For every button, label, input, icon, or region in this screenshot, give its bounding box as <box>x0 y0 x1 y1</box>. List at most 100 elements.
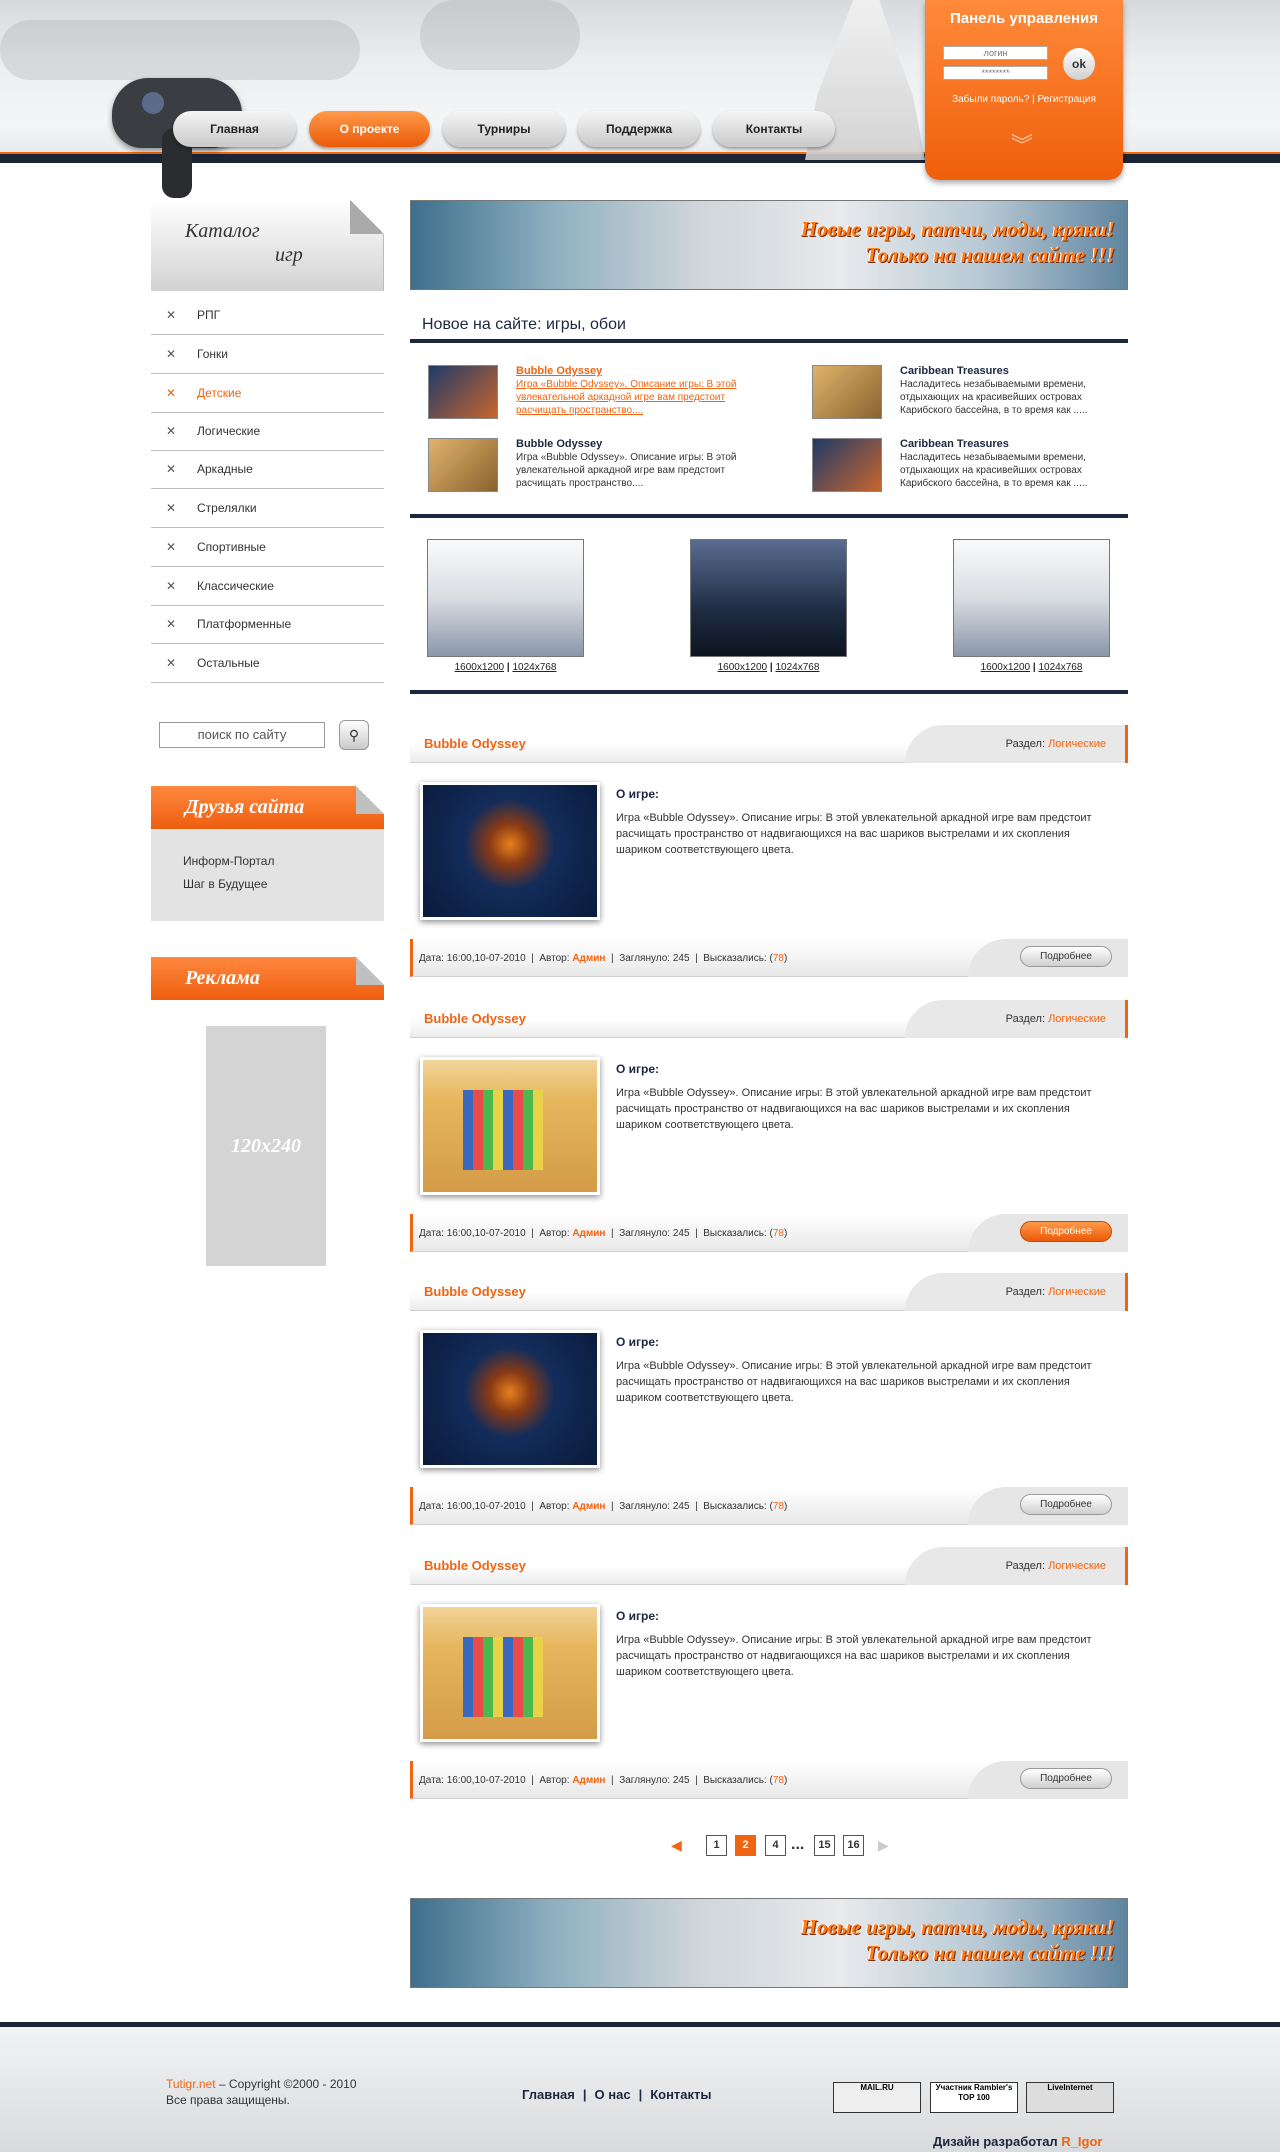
page-button[interactable]: 1 <box>706 1835 727 1856</box>
category-item[interactable]: ✕ Платформенные <box>151 605 384 644</box>
more-button[interactable]: Подробнее <box>1020 1221 1112 1242</box>
nav-home[interactable]: Главная <box>173 111 296 147</box>
more-button[interactable]: Подробнее <box>1020 946 1112 967</box>
nav-about[interactable]: О проекте <box>309 111 430 147</box>
post-image[interactable] <box>420 1330 600 1468</box>
page-button-current[interactable]: 2 <box>735 1835 756 1856</box>
news-thumbnail[interactable] <box>428 365 498 419</box>
wallpaper-link[interactable]: 1600x1200 <box>718 662 768 673</box>
nav-support[interactable]: Поддержка <box>578 111 700 147</box>
section-link[interactable]: Логические <box>1048 1560 1106 1572</box>
news-thumbnail[interactable] <box>812 438 882 492</box>
login-input[interactable] <box>943 46 1048 60</box>
category-item[interactable]: ✕ Спортивные <box>151 528 384 567</box>
password-input[interactable] <box>943 66 1048 80</box>
category-item[interactable]: ✕ РПГ <box>151 296 384 335</box>
section-link[interactable]: Логические <box>1048 1286 1106 1298</box>
nav-contacts[interactable]: Контакты <box>713 111 835 147</box>
post-image[interactable] <box>420 782 600 920</box>
bottom-banner[interactable]: Новые игры, патчи, моды, кряки! Только н… <box>410 1898 1128 1988</box>
news-title[interactable]: Bubble Odyssey <box>516 438 602 450</box>
category-item[interactable]: ✕ Аркадные <box>151 450 384 489</box>
forgot-password-link[interactable]: Забыли пароль? <box>952 94 1029 105</box>
search-icon[interactable]: ⚲ <box>339 720 369 750</box>
news-title[interactable]: Caribbean Treasures <box>900 365 1009 377</box>
wallpaper-thumbnail[interactable] <box>427 539 584 657</box>
comments-link[interactable]: 78 <box>773 953 784 964</box>
page-button[interactable]: 4 <box>765 1835 786 1856</box>
post-meta: Дата: 16:00,10-07-2010 | Автор: Админ | … <box>419 1501 788 1512</box>
post-title[interactable]: Bubble Odyssey <box>424 1558 526 1573</box>
author-link[interactable]: Админ <box>572 1775 605 1786</box>
footer-link-home[interactable]: Главная <box>522 2087 575 2102</box>
footer-site-name[interactable]: Tutigr.net <box>166 2077 216 2091</box>
register-link[interactable]: Регистрация <box>1037 94 1095 105</box>
page-button[interactable]: 15 <box>814 1835 835 1856</box>
wallpaper-link[interactable]: 1600x1200 <box>455 662 505 673</box>
rambler-counter[interactable]: Участник Rambler's TOP 100 <box>930 2082 1018 2113</box>
news-text: Насладитесь незабываемыми времени, отдых… <box>900 452 1088 489</box>
post-meta: Дата: 16:00,10-07-2010 | Автор: Админ | … <box>419 1228 788 1239</box>
wallpaper-thumbnail[interactable] <box>690 539 847 657</box>
news-item[interactable]: Bubble Odyssey Игра «Bubble Odyssey». Опи… <box>428 438 758 496</box>
views-value: 245 <box>672 1501 690 1512</box>
next-page-icon[interactable]: ▶ <box>878 1838 904 1852</box>
comments-link[interactable]: 78 <box>773 1228 784 1239</box>
comments-link[interactable]: 78 <box>773 1775 784 1786</box>
news-item[interactable]: Caribbean Treasures Насладитесь незабывае… <box>812 365 1142 423</box>
prev-page-icon[interactable]: ◀ <box>671 1838 697 1852</box>
footer-link-contacts[interactable]: Контакты <box>650 2087 711 2102</box>
news-title[interactable]: Caribbean Treasures <box>900 438 1009 450</box>
post-title[interactable]: Bubble Odyssey <box>424 1011 526 1026</box>
category-item[interactable]: ✕ Гонки <box>151 335 384 374</box>
wallpaper-link[interactable]: 1024x768 <box>1038 662 1082 673</box>
news-item[interactable]: Caribbean Treasures Насладитесь незабывае… <box>812 438 1142 496</box>
news-text: Игра «Bubble Odyssey». Описание игры: В … <box>516 379 737 416</box>
category-label: Стрелялки <box>197 501 257 515</box>
category-item[interactable]: ✕ Логические <box>151 412 384 451</box>
comments-label: Высказались: <box>703 953 767 964</box>
footer-link-about[interactable]: О нас <box>595 2087 631 2102</box>
page-button[interactable]: 16 <box>843 1835 864 1856</box>
designer-link[interactable]: R_Igor <box>1061 2134 1102 2149</box>
category-item[interactable]: ✕ Остальные <box>151 644 384 683</box>
wallpaper-link[interactable]: 1024x768 <box>775 662 819 673</box>
post-about-label: О игре: <box>616 1335 660 1349</box>
more-button[interactable]: Подробнее <box>1020 1768 1112 1789</box>
author-link[interactable]: Админ <box>572 953 605 964</box>
news-item[interactable]: Bubble Odyssey Игра «Bubble Odyssey». Опи… <box>428 365 758 423</box>
wallpaper-link[interactable]: 1600x1200 <box>981 662 1031 673</box>
post-image[interactable] <box>420 1057 600 1195</box>
section-link[interactable]: Логические <box>1048 738 1106 750</box>
wallpaper-thumbnail[interactable] <box>953 539 1110 657</box>
mailru-counter[interactable]: MAIL.RU <box>833 2082 921 2113</box>
nav-tournaments[interactable]: Турниры <box>443 111 565 147</box>
post-description: Игра «Bubble Odyssey». Описание игры: В … <box>616 812 1092 856</box>
news-thumbnail[interactable] <box>428 438 498 492</box>
section-link[interactable]: Логические <box>1048 1013 1106 1025</box>
wallpaper-link[interactable]: 1024x768 <box>512 662 556 673</box>
top-banner[interactable]: Новые игры, патчи, моды, кряки! Только н… <box>410 200 1128 290</box>
link-separator: | <box>638 2087 643 2102</box>
category-item[interactable]: ✕ Классические <box>151 567 384 606</box>
category-item[interactable]: ✕ Стрелялки <box>151 489 384 528</box>
post-title[interactable]: Bubble Odyssey <box>424 736 526 751</box>
category-item[interactable]: ✕ Детские <box>151 374 384 413</box>
pagination-ellipsis: ... <box>791 1836 805 1853</box>
news-title[interactable]: Bubble Odyssey <box>516 365 602 377</box>
post-title[interactable]: Bubble Odyssey <box>424 1284 526 1299</box>
chevron-down-icon[interactable]: ︾ <box>987 135 1057 168</box>
liveinternet-counter[interactable]: LiveInternet <box>1026 2082 1114 2113</box>
author-link[interactable]: Админ <box>572 1228 605 1239</box>
more-button[interactable]: Подробнее <box>1020 1494 1112 1515</box>
friend-link[interactable]: Информ-Портал <box>183 854 384 868</box>
ad-placeholder[interactable]: 120x240 <box>206 1026 326 1266</box>
login-ok-button[interactable]: ok <box>1063 48 1095 80</box>
news-thumbnail[interactable] <box>812 365 882 419</box>
friend-link[interactable]: Шаг в Будущее <box>183 877 384 891</box>
comments-link[interactable]: 78 <box>773 1501 784 1512</box>
category-label: Остальные <box>197 656 260 670</box>
author-link[interactable]: Админ <box>572 1501 605 1512</box>
search-input[interactable]: поиск по сайту <box>159 722 325 748</box>
post-image[interactable] <box>420 1604 600 1742</box>
